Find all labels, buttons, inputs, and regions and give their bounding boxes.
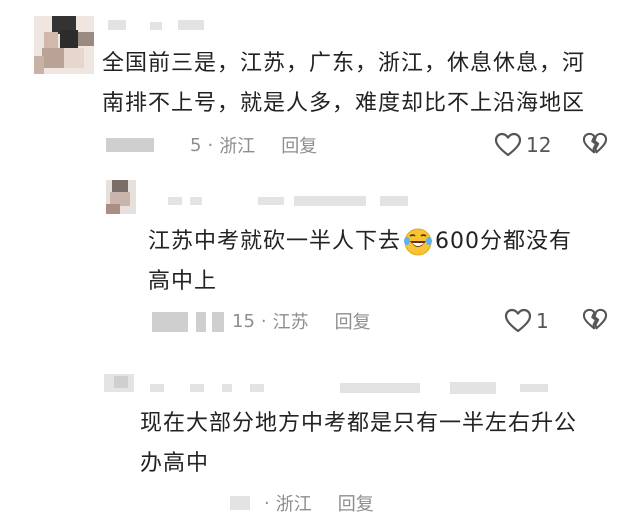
like-button[interactable]: 12: [494, 131, 551, 159]
comment-date: 15: [232, 310, 255, 332]
username-blur: [196, 312, 206, 332]
username-blur: [178, 20, 204, 30]
username-blur[interactable]: [150, 384, 164, 392]
username-blur: [152, 312, 188, 332]
like-button[interactable]: 1: [504, 307, 549, 335]
comment-date: 5: [190, 134, 202, 156]
comment-line: 江苏中考就砍一半人下去 600分都没有: [148, 222, 618, 262]
rolling-laughing-emoji-icon: [403, 227, 433, 257]
username-blur: [520, 384, 548, 392]
comment-meta: 5 · 浙江 回复: [190, 132, 317, 158]
username-blur: [294, 196, 366, 206]
comment-meta: 15 · 江苏 回复: [232, 308, 371, 334]
reply-button[interactable]: 回复: [281, 132, 317, 158]
comment-text-part: 江苏中考就砍一半人下去: [148, 229, 402, 254]
comment-line: 南排不上号，就是人多，难度却比不上沿海地区: [102, 91, 586, 116]
reply-button[interactable]: 回复: [338, 490, 374, 516]
username-blur: [106, 138, 154, 152]
comment-line: 现在大部分地方中考都是只有一半左右升公: [140, 411, 578, 436]
like-count: 12: [526, 133, 552, 157]
avatar[interactable]: [104, 374, 134, 392]
username-blur[interactable]: [168, 197, 182, 205]
comment-location: 浙江: [275, 494, 312, 515]
comment-line: 办高中: [140, 451, 210, 476]
reply-button[interactable]: 回复: [335, 308, 371, 334]
broken-heart-icon: [582, 308, 608, 330]
broken-heart-icon: [582, 132, 608, 154]
comment-line: 全国前三是，江苏，广东，浙江，休息休息，河: [102, 51, 586, 76]
username-blur: [450, 382, 496, 394]
dislike-button[interactable]: [582, 308, 608, 332]
comment-text: 全国前三是，江苏，广东，浙江，休息休息，河 南排不上号，就是人多，难度却比不上沿…: [102, 44, 632, 124]
comment-location: 浙江: [219, 136, 256, 157]
avatar[interactable]: [106, 180, 136, 214]
comment-meta: · 浙江 回复: [258, 490, 374, 516]
username-blur: [190, 197, 202, 205]
username-blur: [258, 197, 284, 205]
username-blur: [212, 312, 224, 332]
comment-text: 江苏中考就砍一半人下去 600分都没有 高中上: [148, 222, 618, 302]
dislike-button[interactable]: [582, 132, 608, 156]
heart-outline-icon: [494, 132, 522, 157]
comment-text: 现在大部分地方中考都是只有一半左右升公 办高中: [140, 404, 630, 484]
heart-outline-icon: [504, 308, 532, 333]
comment-line: 高中上: [148, 269, 218, 294]
avatar[interactable]: [34, 16, 94, 74]
username-blur: [222, 384, 232, 392]
like-count: 1: [536, 309, 549, 333]
comment-location: 江苏: [272, 312, 309, 333]
username-blur: [340, 383, 420, 393]
username-blur: [190, 384, 204, 392]
comment-text-part: 600分都没有: [435, 229, 573, 254]
username-blur[interactable]: [108, 20, 126, 30]
username-blur: [230, 496, 250, 510]
username-blur: [250, 384, 264, 392]
username-blur: [150, 22, 162, 30]
username-blur: [380, 196, 408, 206]
